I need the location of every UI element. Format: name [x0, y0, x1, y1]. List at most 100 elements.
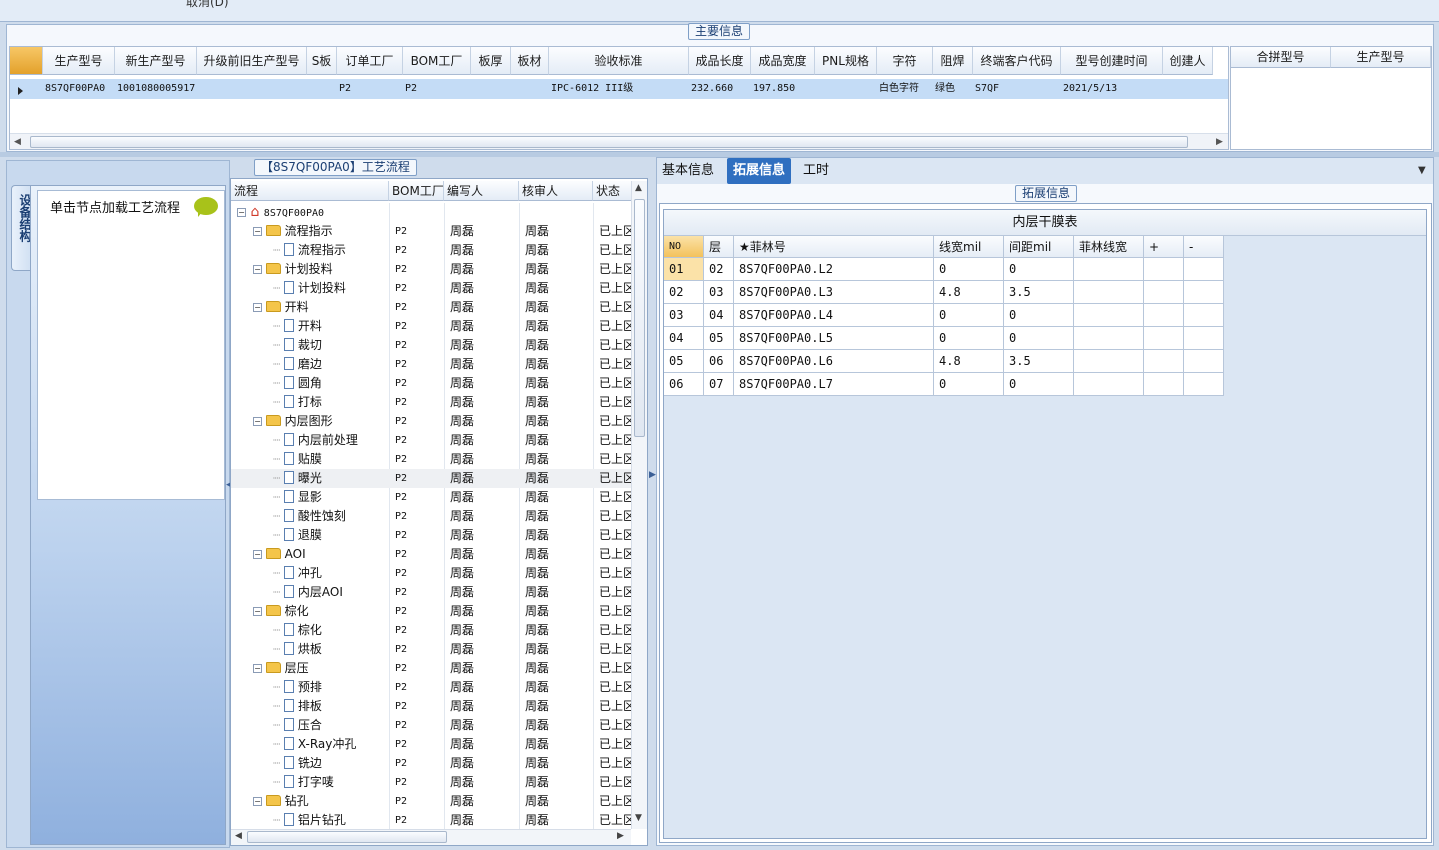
ext-table-cell[interactable] — [1074, 281, 1144, 304]
tree-node[interactable]: ┈ 酸性蚀刻 P2 周磊 周磊 已上区 — [231, 507, 631, 526]
scroll-thumb[interactable] — [634, 199, 645, 437]
ext-table-cell[interactable]: 0 — [934, 304, 1004, 327]
ext-col-header[interactable]: 间距mil — [1004, 236, 1074, 258]
ext-table-cell[interactable] — [1144, 373, 1184, 396]
ext-table-cell[interactable]: 02 — [664, 281, 704, 304]
tree-node[interactable]: ┈ 铣边 P2 周磊 周磊 已上区 — [231, 754, 631, 773]
tab-work-hours[interactable]: 工时 — [797, 158, 835, 184]
flow-col-header[interactable]: 流程 — [231, 181, 389, 201]
ext-col-header[interactable]: 层 — [704, 236, 734, 258]
main-col-header[interactable]: 型号创建时间 — [1061, 47, 1163, 75]
ext-table-cell[interactable]: 4.8 — [934, 281, 1004, 304]
tree-node[interactable]: ┈ 流程指示 P2 周磊 周磊 已上区 — [231, 241, 631, 260]
table-cell[interactable]: S7QF — [975, 79, 1059, 99]
table-cell[interactable]: 2021/5/13 — [1063, 79, 1161, 99]
tree-node[interactable]: ┈ 预排 P2 周磊 周磊 已上区 — [231, 678, 631, 697]
select-all-corner[interactable] — [10, 47, 43, 75]
ext-table-cell[interactable]: 06 — [704, 350, 734, 373]
flow-hscroll[interactable]: ◀ ▶ — [231, 829, 631, 845]
cancel-button[interactable]: 取消(D) — [186, 0, 229, 10]
tree-node[interactable]: ┈ 退膜 P2 周磊 周磊 已上区 — [231, 526, 631, 545]
scroll-down-icon[interactable]: ▼ — [635, 813, 642, 823]
scroll-right-icon[interactable]: ▶ — [617, 831, 624, 841]
collapse-icon[interactable]: − — [253, 607, 262, 616]
table-cell[interactable]: 10010800059171 — [117, 79, 195, 99]
tree-node[interactable]: − 内层图形 P2 周磊 周磊 已上区 — [231, 412, 631, 431]
tree-node[interactable]: ┈ 裁切 P2 周磊 周磊 已上区 — [231, 336, 631, 355]
tree-node[interactable]: ┈ 圆角 P2 周磊 周磊 已上区 — [231, 374, 631, 393]
ext-table-cell[interactable] — [1144, 350, 1184, 373]
ext-table-cell[interactable] — [1184, 258, 1224, 281]
ext-table-cell[interactable]: 0 — [934, 258, 1004, 281]
chevron-down-icon[interactable]: ▼ — [1418, 165, 1426, 176]
ext-table-cell[interactable]: 3.5 — [1004, 350, 1074, 373]
ext-table-cell[interactable] — [1074, 304, 1144, 327]
collapse-icon[interactable]: − — [253, 227, 262, 236]
collapse-icon[interactable]: − — [253, 303, 262, 312]
ext-table-cell[interactable]: 0 — [1004, 373, 1074, 396]
main-col-header[interactable]: 板材 — [511, 47, 549, 75]
scroll-up-icon[interactable]: ▲ — [635, 183, 642, 193]
ext-table-cell[interactable] — [1184, 281, 1224, 304]
tree-node[interactable]: − 棕化 P2 周磊 周磊 已上区 — [231, 602, 631, 621]
main-col-header[interactable]: 创建人 — [1163, 47, 1213, 75]
ext-table-cell[interactable]: 4.8 — [934, 350, 1004, 373]
tree-node[interactable]: − 钻孔 P2 周磊 周磊 已上区 — [231, 792, 631, 811]
ext-table-cell[interactable]: 07 — [704, 373, 734, 396]
tree-node[interactable]: ┈ 打字唛 P2 周磊 周磊 已上区 — [231, 773, 631, 792]
table-row[interactable]: 8S7QF00PA0 10010800059171 P2 P2 IPC-6012 III… — [10, 79, 1228, 99]
flow-col-header[interactable]: BOM工厂 — [389, 181, 444, 201]
flow-col-header[interactable]: 状态 — [593, 181, 633, 201]
main-col-header[interactable]: 成品宽度 — [751, 47, 815, 75]
main-col-header[interactable]: PNL规格 — [815, 47, 877, 75]
ext-table-cell[interactable]: 3.5 — [1004, 281, 1074, 304]
ext-table-cell[interactable] — [1144, 327, 1184, 350]
collapse-icon[interactable]: − — [253, 664, 262, 673]
tab-extended-info[interactable]: 拓展信息 — [727, 158, 792, 184]
ext-table-cell[interactable]: 05 — [704, 327, 734, 350]
ext-table-cell[interactable]: 02 — [704, 258, 734, 281]
ext-table-cell[interactable]: 05 — [664, 350, 704, 373]
scroll-left-icon[interactable]: ◀ — [235, 831, 242, 841]
table-cell[interactable]: 绿色 — [935, 79, 971, 99]
ext-table-cell[interactable]: 0 — [934, 373, 1004, 396]
ext-col-header[interactable]: - — [1184, 236, 1224, 258]
main-grid-hscroll[interactable]: ◀ ▶ — [10, 133, 1228, 149]
ext-table-cell[interactable]: 8S7QF00PA0.L3 — [734, 281, 934, 304]
tree-node[interactable]: ┈ 排板 P2 周磊 周磊 已上区 — [231, 697, 631, 716]
tree-node[interactable]: − 开料 P2 周磊 周磊 已上区 — [231, 298, 631, 317]
ext-table-cell[interactable]: 04 — [664, 327, 704, 350]
tree-node[interactable]: ┈ 烘板 P2 周磊 周磊 已上区 — [231, 640, 631, 659]
table-cell[interactable]: 197.850 — [753, 79, 813, 99]
ext-col-header[interactable]: + — [1144, 236, 1184, 258]
scroll-left-icon[interactable]: ◀ — [14, 137, 21, 147]
collapse-icon[interactable]: − — [253, 797, 262, 806]
tree-node[interactable]: ┈ 曝光 P2 周磊 周磊 已上区 — [231, 469, 631, 488]
tree-node[interactable]: ┈ 打标 P2 周磊 周磊 已上区 — [231, 393, 631, 412]
ext-table-cell[interactable]: 8S7QF00PA0.L5 — [734, 327, 934, 350]
flow-col-header[interactable]: 编写人 — [444, 181, 519, 201]
tree-node[interactable]: ┈ 磨边 P2 周磊 周磊 已上区 — [231, 355, 631, 374]
ext-table-cell[interactable] — [1184, 304, 1224, 327]
main-col-header[interactable]: 验收标准 — [549, 47, 689, 75]
ext-table-cell[interactable]: 8S7QF00PA0.L7 — [734, 373, 934, 396]
ext-col-header[interactable]: 线宽mil — [934, 236, 1004, 258]
collapse-icon[interactable]: − — [237, 208, 246, 217]
main-col-header[interactable]: 成品长度 — [689, 47, 751, 75]
main-col-header[interactable]: 终端客户代码 — [973, 47, 1061, 75]
tree-node[interactable]: − ⌂ 8S7QF00PA0 — [231, 203, 631, 222]
table-cell[interactable]: 8S7QF00PA0 — [45, 79, 113, 99]
tree-node[interactable]: ┈ 贴膜 P2 周磊 周磊 已上区 — [231, 450, 631, 469]
merge-col-header[interactable]: 合拼型号 — [1231, 47, 1331, 68]
tree-node[interactable]: ┈ 棕化 P2 周磊 周磊 已上区 — [231, 621, 631, 640]
main-col-header[interactable]: 阻焊 — [933, 47, 973, 75]
main-col-header[interactable]: 板厚 — [471, 47, 511, 75]
ext-table-cell[interactable] — [1144, 258, 1184, 281]
main-col-header[interactable]: 生产型号 — [43, 47, 115, 75]
table-cell[interactable]: P2 — [405, 79, 469, 99]
tree-node[interactable]: ┈ 压合 P2 周磊 周磊 已上区 — [231, 716, 631, 735]
ext-table-cell[interactable]: 0 — [1004, 258, 1074, 281]
ext-table-cell[interactable] — [1184, 327, 1224, 350]
ext-table-cell[interactable]: 01 — [664, 258, 704, 281]
ext-table-cell[interactable] — [1184, 373, 1224, 396]
